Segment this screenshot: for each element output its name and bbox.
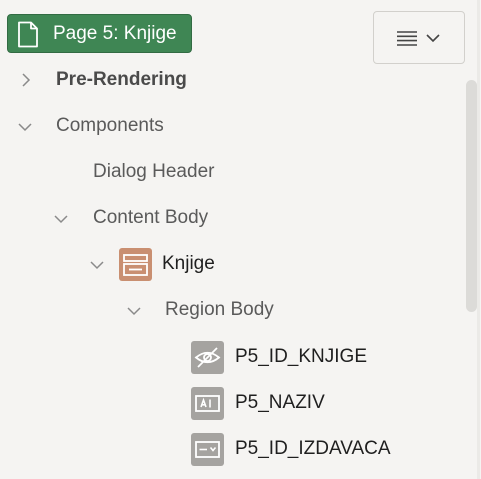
page-badge[interactable]: Page 5: Knjige [7,14,192,53]
tree-node-content-body[interactable]: Content Body [0,199,463,239]
tree-label: P5_ID_IZDAVACA [235,438,391,459]
tree-node-pre-rendering[interactable]: Pre-Rendering [0,61,463,101]
chevron-down-icon[interactable] [127,304,141,318]
page-title: Page 5: Knjige [53,23,177,44]
tree-node-item[interactable]: P5_ID_KNJIGE [0,337,463,377]
tree-label: Components [56,115,164,136]
hamburger-menu-icon [397,31,417,46]
panel-edge [477,0,480,479]
tree-node-components[interactable]: Components [0,107,463,147]
chevron-down-icon[interactable] [54,212,68,226]
tree-node-region-knjige[interactable]: Knjige [0,245,463,285]
text-field-icon [191,387,224,420]
page-document-icon [18,21,38,48]
tree-label: P5_NAZIV [235,392,325,413]
tree-label: Region Body [165,299,274,320]
tree-node-item[interactable]: P5_ID_IZDAVACA [0,429,463,469]
chevron-right-icon[interactable] [19,73,33,87]
tree-menu-button[interactable] [373,11,465,64]
hidden-item-icon [191,341,224,374]
select-list-icon [191,433,224,466]
tree-node-dialog-header[interactable]: Dialog Header [0,153,463,193]
tree-label: Content Body [93,207,209,228]
vertical-scrollbar[interactable] [466,80,477,312]
tree-label: P5_ID_KNJIGE [235,346,367,367]
tree-label: Knjige [162,253,215,274]
tree-node-region-body[interactable]: Region Body [0,291,463,331]
tree-node-item[interactable]: P5_NAZIV [0,383,463,423]
region-icon [119,248,152,281]
chevron-down-icon[interactable] [18,120,32,134]
chevron-down-icon[interactable] [90,258,104,272]
tree-label: Pre-Rendering [56,69,187,90]
chevron-down-icon [426,34,440,43]
tree-label: Dialog Header [93,161,215,182]
